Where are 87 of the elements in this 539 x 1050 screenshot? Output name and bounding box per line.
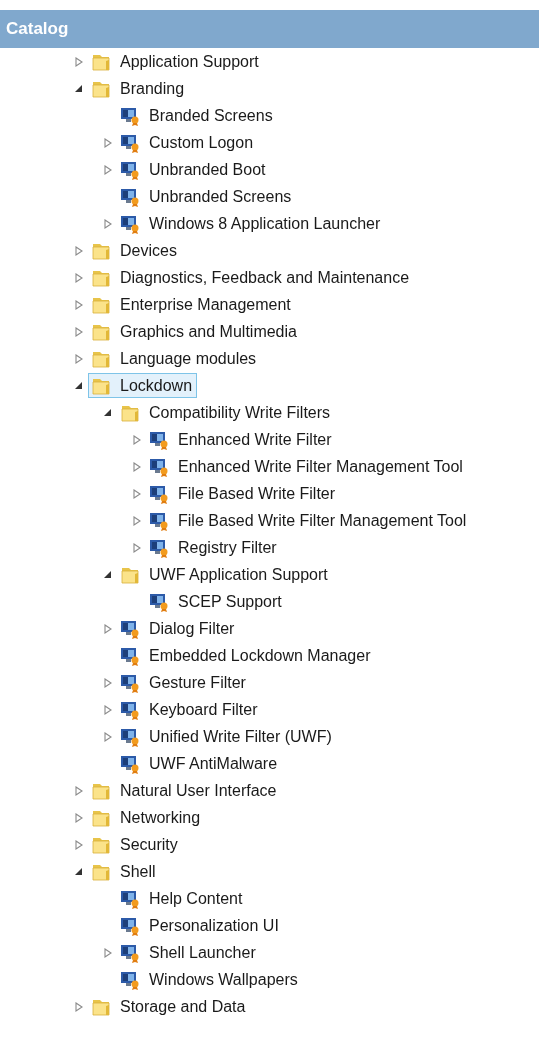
collapsed-arrow-icon[interactable] xyxy=(103,137,112,148)
collapsed-arrow-icon[interactable] xyxy=(103,947,112,958)
tree-item[interactable]: Custom Logon xyxy=(149,133,254,152)
tree-item[interactable]: Enhanced Write Filter Management Tool xyxy=(178,457,463,476)
tree-item[interactable]: Shell Launcher xyxy=(149,943,256,962)
collapsed-arrow-icon[interactable] xyxy=(103,731,112,742)
tree-item[interactable]: Graphics and Multimedia xyxy=(120,322,297,341)
selection-highlight[interactable]: Lockdown xyxy=(88,373,198,398)
tree-item[interactable]: UWF AntiMalware xyxy=(149,754,278,773)
collapsed-arrow-icon[interactable] xyxy=(103,164,112,175)
monitor-badge-icon xyxy=(120,159,140,180)
expanded-arrow-icon[interactable] xyxy=(103,570,112,579)
tree-item[interactable]: Security xyxy=(120,835,178,854)
monitor-badge-icon xyxy=(149,456,169,477)
tree-item[interactable]: Windows 8 Application Launcher xyxy=(149,214,381,233)
header-title: Catalog xyxy=(6,19,69,39)
tree-item[interactable]: Gesture Filter xyxy=(149,673,246,692)
tree-item[interactable]: Compatibility Write Filters xyxy=(149,403,331,422)
collapsed-arrow-icon[interactable] xyxy=(132,461,141,472)
tree-item[interactable]: Devices xyxy=(120,241,177,260)
collapsed-arrow-icon[interactable] xyxy=(74,353,83,364)
monitor-badge-icon xyxy=(120,699,140,720)
tree-item[interactable]: UWF Application Support xyxy=(149,565,328,584)
collapsed-arrow-icon[interactable] xyxy=(74,785,83,796)
tree-item[interactable]: Personalization UI xyxy=(149,916,279,935)
collapsed-arrow-icon[interactable] xyxy=(132,488,141,499)
collapsed-arrow-icon[interactable] xyxy=(74,839,83,850)
collapsed-arrow-icon[interactable] xyxy=(74,326,83,337)
tree-item[interactable]: Windows Wallpapers xyxy=(149,970,298,989)
tree-item[interactable]: Application Support xyxy=(120,52,259,71)
collapsed-arrow-icon[interactable] xyxy=(74,812,83,823)
monitor-badge-icon xyxy=(120,132,140,153)
collapsed-arrow-icon[interactable] xyxy=(132,542,141,553)
monitor-badge-icon xyxy=(149,483,169,504)
monitor-badge-icon xyxy=(120,942,140,963)
tree-item[interactable]: Shell xyxy=(120,862,156,881)
collapsed-arrow-icon[interactable] xyxy=(74,299,83,310)
monitor-badge-icon xyxy=(120,105,140,126)
monitor-badge-icon xyxy=(149,510,169,531)
tree-item[interactable]: File Based Write Filter xyxy=(178,484,336,503)
monitor-badge-icon xyxy=(120,672,140,693)
tree-item[interactable]: Storage and Data xyxy=(120,997,246,1016)
collapsed-arrow-icon[interactable] xyxy=(103,704,112,715)
tree-item[interactable]: Help Content xyxy=(149,889,243,908)
tree-item[interactable]: Keyboard Filter xyxy=(149,700,258,719)
monitor-badge-icon xyxy=(149,429,169,450)
collapsed-arrow-icon[interactable] xyxy=(132,434,141,445)
expanded-arrow-icon[interactable] xyxy=(103,408,112,417)
tree-item[interactable]: Diagnostics, Feedback and Maintenance xyxy=(120,268,410,287)
monitor-badge-icon xyxy=(120,618,140,639)
tree-item[interactable]: Unbranded Screens xyxy=(149,187,292,206)
tree-item[interactable]: Enterprise Management xyxy=(120,295,291,314)
collapsed-arrow-icon[interactable] xyxy=(74,1001,83,1012)
monitor-badge-icon xyxy=(149,591,169,612)
tree-item[interactable]: Language modules xyxy=(120,349,257,368)
tree-item[interactable]: Natural User Interface xyxy=(120,781,277,800)
monitor-badge-icon xyxy=(120,645,140,666)
monitor-badge-icon xyxy=(120,213,140,234)
collapsed-arrow-icon[interactable] xyxy=(103,677,112,688)
tree-item[interactable]: Branded Screens xyxy=(149,106,273,125)
expanded-arrow-icon[interactable] xyxy=(74,867,83,876)
collapsed-arrow-icon[interactable] xyxy=(74,272,83,283)
tree-item[interactable]: SCEP Support xyxy=(178,592,282,611)
tree-item[interactable]: Dialog Filter xyxy=(149,619,235,638)
monitor-badge-icon xyxy=(120,888,140,909)
collapsed-arrow-icon[interactable] xyxy=(103,623,112,634)
tree-item[interactable]: Registry Filter xyxy=(178,538,277,557)
monitor-badge-icon xyxy=(120,726,140,747)
monitor-badge-icon xyxy=(120,753,140,774)
tree-item[interactable]: Branding xyxy=(120,79,185,98)
tree-item[interactable]: File Based Write Filter Management Tool xyxy=(178,511,467,530)
tree-item[interactable]: Embedded Lockdown Manager xyxy=(149,646,371,665)
collapsed-arrow-icon[interactable] xyxy=(74,56,83,67)
monitor-badge-icon xyxy=(120,969,140,990)
expanded-arrow-icon[interactable] xyxy=(74,381,83,390)
expanded-arrow-icon[interactable] xyxy=(74,84,83,93)
monitor-badge-icon xyxy=(120,915,140,936)
tree-item[interactable]: Lockdown xyxy=(120,376,193,395)
monitor-badge-icon xyxy=(149,537,169,558)
tree-item[interactable]: Enhanced Write Filter xyxy=(178,430,332,449)
tree-item[interactable]: Unbranded Boot xyxy=(149,160,266,179)
collapsed-arrow-icon[interactable] xyxy=(103,218,112,229)
monitor-badge-icon xyxy=(120,186,140,207)
tree-item[interactable]: Networking xyxy=(120,808,201,827)
tree-item[interactable]: Unified Write Filter (UWF) xyxy=(149,727,332,746)
collapsed-arrow-icon[interactable] xyxy=(74,245,83,256)
collapsed-arrow-icon[interactable] xyxy=(132,515,141,526)
